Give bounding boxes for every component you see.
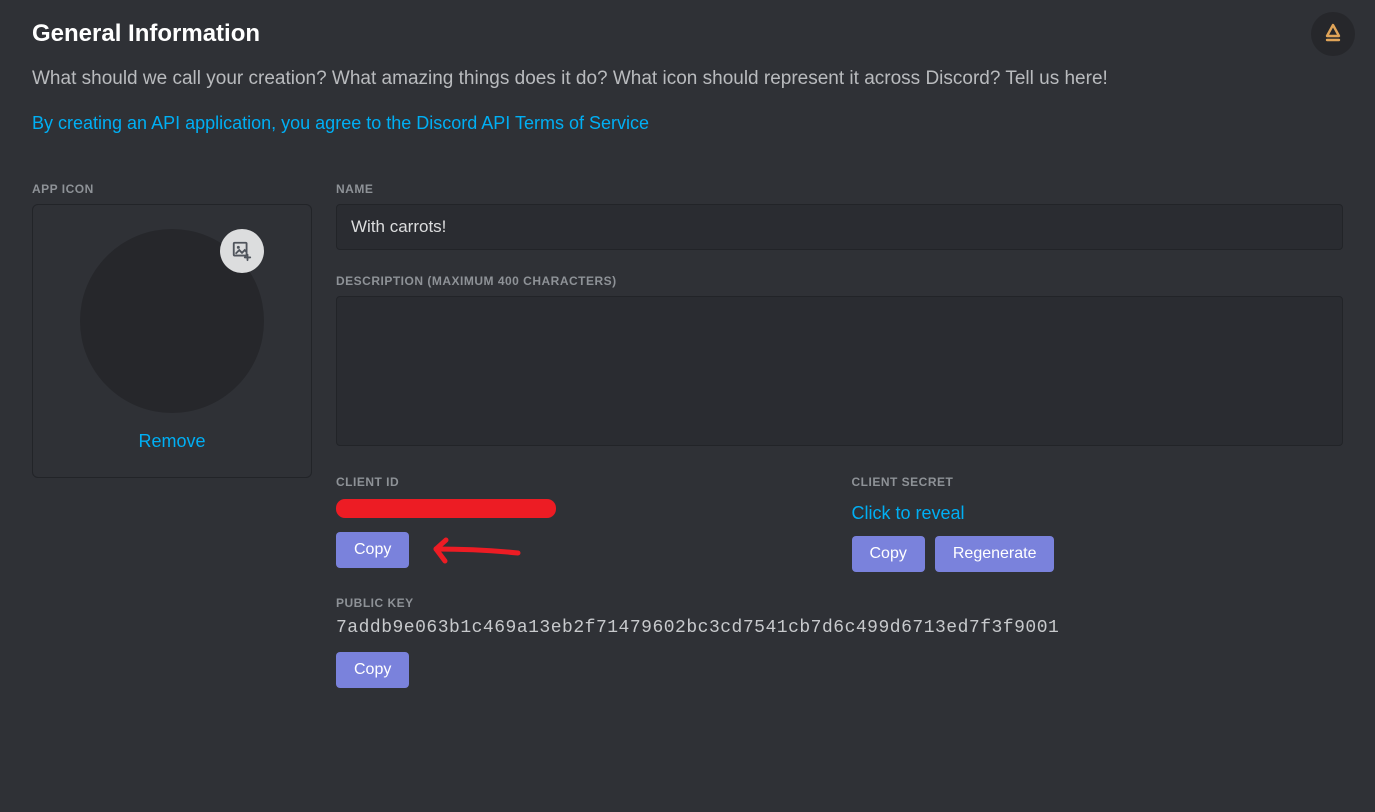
app-icon-label: APP ICON xyxy=(32,182,312,196)
remove-icon-link[interactable]: Remove xyxy=(138,431,205,452)
app-icon-preview[interactable] xyxy=(80,229,264,413)
app-logo-icon xyxy=(1321,22,1345,46)
client-secret-label: CLIENT SECRET xyxy=(852,475,1344,489)
client-id-label: CLIENT ID xyxy=(336,475,828,489)
description-textarea[interactable] xyxy=(336,296,1343,446)
app-icon-box: Remove xyxy=(32,204,312,478)
public-key-value: 7addb9e063b1c469a13eb2f71479602bc3cd7541… xyxy=(336,618,1343,638)
client-id-redacted xyxy=(336,499,556,518)
copy-public-key-button[interactable]: Copy xyxy=(336,652,409,688)
regenerate-secret-button[interactable]: Regenerate xyxy=(935,536,1055,572)
image-add-icon xyxy=(231,240,253,262)
name-label: NAME xyxy=(336,182,1343,196)
name-input[interactable] xyxy=(336,204,1343,250)
page-title: General Information xyxy=(32,20,1343,48)
copy-client-secret-button[interactable]: Copy xyxy=(852,536,925,572)
public-key-label: PUBLIC KEY xyxy=(336,596,1343,610)
app-logo-badge xyxy=(1311,12,1355,56)
description-label: DESCRIPTION (MAXIMUM 400 CHARACTERS) xyxy=(336,274,1343,288)
page-intro: What should we call your creation? What … xyxy=(32,64,1322,93)
reveal-secret-link[interactable]: Click to reveal xyxy=(852,503,965,524)
upload-icon-button[interactable] xyxy=(220,229,264,273)
tos-agree-link[interactable]: By creating an API application, you agre… xyxy=(32,113,649,134)
copy-client-id-button[interactable]: Copy xyxy=(336,532,409,568)
